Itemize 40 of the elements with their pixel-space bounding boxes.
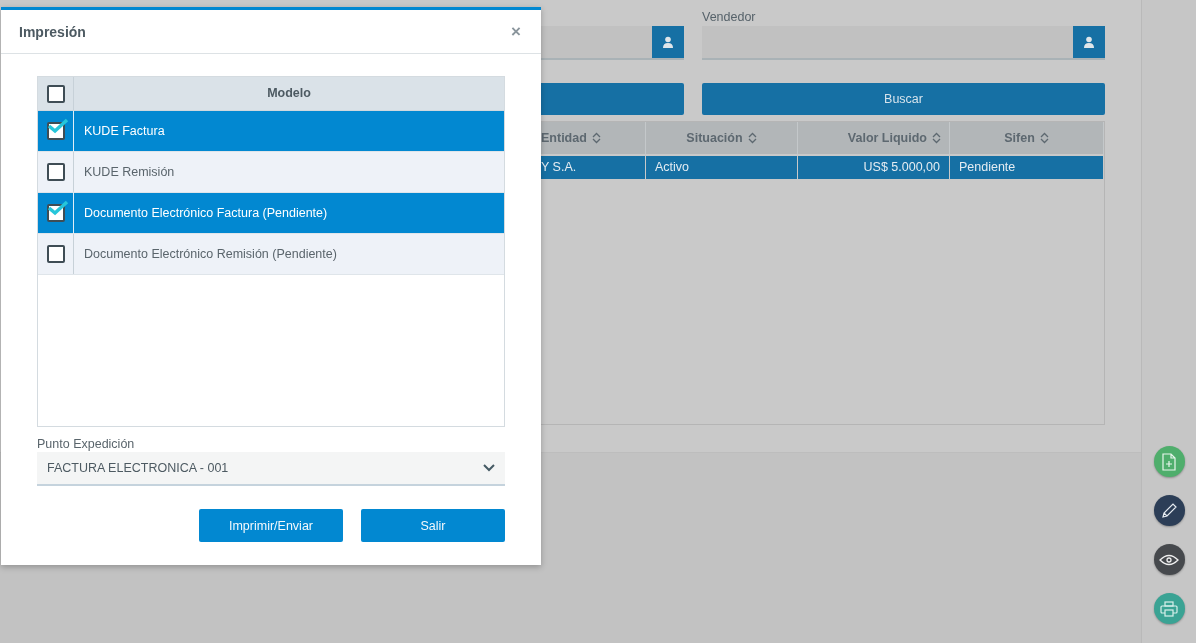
column-header[interactable]: Sifen [950,122,1104,154]
model-name: Documento Electrónico Factura (Pendiente) [83,205,328,222]
dialog-button[interactable]: Imprimir/Enviar [199,509,343,542]
chevron-down-icon [483,464,495,472]
sort-icon [1039,132,1049,144]
field-label: Vendedor [702,10,757,26]
user-button[interactable] [1073,26,1105,58]
sort-icon [932,132,941,144]
dialog-button[interactable]: Salir [361,509,505,542]
model-name: Documento Electrónico Remisión (Pendiente) [83,246,337,263]
user-button[interactable] [652,26,684,58]
model-name: KUDE Factura [83,123,165,140]
user-icon [662,36,674,48]
vendedor-field[interactable] [702,26,1105,60]
model-row[interactable]: KUDE Remisión [38,152,504,193]
table-cell: US$ 5.000,00 [798,156,950,179]
column-header: Modelo [266,85,312,102]
checkbox[interactable] [46,245,65,263]
table-row[interactable]: Y S.A. Activo US$ 5.000,00 Pendiente [541,156,1104,179]
eye-icon[interactable] [1153,544,1185,575]
model-row[interactable]: KUDE Factura [38,111,504,152]
model-name: KUDE Remisión [83,164,175,181]
punto-expedicion-dropdown[interactable]: FACTURA ELECTRONICA - 001 [37,452,505,486]
column-header[interactable]: Valor Liquido [798,122,950,154]
column-header[interactable]: Situación [646,122,798,154]
sort-icon [591,132,601,144]
model-row[interactable]: Documento Electrónico Factura (Pendiente) [38,193,504,234]
text-field[interactable] [541,26,684,60]
table-cell: Pendiente [950,156,1104,179]
checkbox[interactable] [46,84,65,103]
close-button[interactable]: × [509,23,523,40]
field-label: Punto Expedición [37,437,136,451]
sort-icon [747,132,757,144]
model-row[interactable]: Documento Electrónico Remisión (Pendiente) [38,234,504,275]
checkbox[interactable] [46,163,65,181]
search-button[interactable]: Buscar [702,83,1105,115]
user-icon [1083,36,1095,48]
pencil-icon[interactable] [1153,495,1185,526]
dialog-title: Impresión [19,23,86,40]
table-cell: Activo [646,156,798,179]
